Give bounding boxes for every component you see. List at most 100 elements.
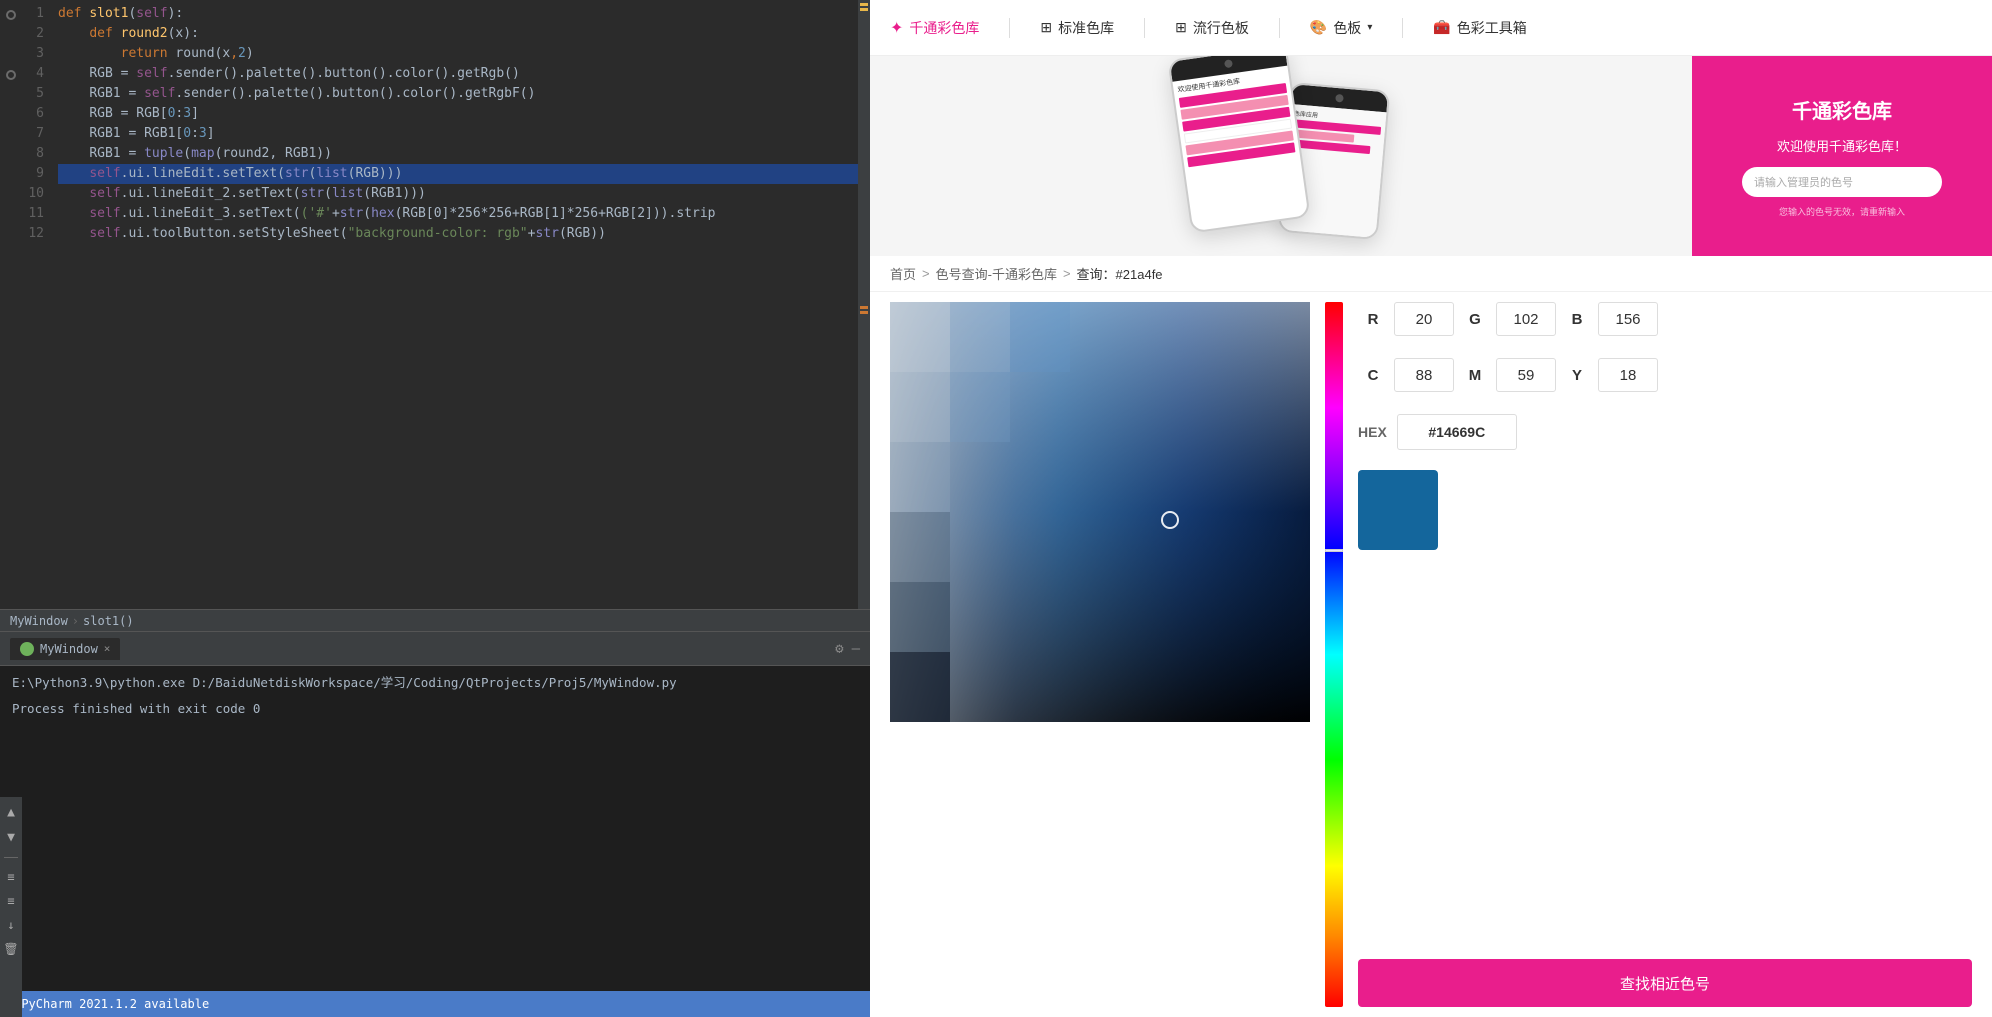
toolbox-icon: 🧰 bbox=[1433, 19, 1450, 36]
c-input[interactable] bbox=[1394, 358, 1454, 392]
popular-icon: ⊞ bbox=[1175, 19, 1187, 36]
breadcrumb-sep-2: > bbox=[1063, 266, 1071, 281]
banner-left: 欢迎使用千通彩色库 色库应用 bbox=[870, 56, 1692, 256]
bottom-left-sidebar: ▲ ▼ ≡ ≡ ↓ 🗑 bbox=[0, 797, 22, 1017]
banner-title: 千通彩色库 bbox=[1792, 95, 1892, 124]
code-line: def round2(x): bbox=[58, 24, 858, 44]
color-preview-swatch bbox=[1358, 470, 1438, 550]
nav-divider-4 bbox=[1402, 18, 1403, 38]
color-info-panel: R G B C M Y HEX bbox=[1358, 302, 1972, 1007]
list2-icon[interactable]: ≡ bbox=[7, 894, 14, 908]
palette-icon: 🎨 bbox=[1310, 19, 1327, 36]
breadcrumb-sep-1: > bbox=[922, 266, 930, 281]
banner-welcome: 欢迎使用千通彩色库！ bbox=[1777, 136, 1907, 155]
terminal-output: Process finished with exit code 0 bbox=[12, 700, 858, 718]
web-breadcrumb: 首页 > 色号查询-千通彩色库 > 查询：#21a4fe bbox=[870, 256, 1992, 292]
find-similar-label: 查找相近色号 bbox=[1620, 973, 1710, 994]
scrollbar-marker-3 bbox=[860, 306, 868, 309]
code-line: def slot1(self): bbox=[58, 4, 858, 24]
nav-item-tools[interactable]: 🧰 色彩工具箱 bbox=[1433, 18, 1526, 38]
scrollbar-marker-1 bbox=[860, 3, 868, 6]
nav-item-palette[interactable]: 🎨 色板 ▾ bbox=[1310, 18, 1372, 38]
breadcrumb-class: MyWindow bbox=[10, 614, 68, 628]
palette-dropdown-icon: ▾ bbox=[1367, 22, 1372, 33]
nav-item-standard[interactable]: ⊞ 标准色库 bbox=[1040, 18, 1114, 38]
list-icon[interactable]: ≡ bbox=[7, 870, 14, 884]
nav-divider-1 bbox=[1009, 18, 1010, 38]
terminal-close-button[interactable]: × bbox=[104, 642, 111, 655]
scrollbar-track[interactable] bbox=[858, 0, 870, 609]
ide-breadcrumb: MyWindow › slot1() bbox=[0, 609, 870, 631]
b-input[interactable] bbox=[1598, 302, 1658, 336]
web-panel: ✦ 千通彩色库 ⊞ 标准色库 ⊞ 流行色板 🎨 色板 ▾ 🧰 色彩工具箱 bbox=[870, 0, 1992, 1017]
code-line: RGB1 = RGB1[0:3] bbox=[58, 124, 858, 144]
arrow-up-icon[interactable]: ▲ bbox=[7, 805, 15, 820]
minimize-icon[interactable]: — bbox=[852, 641, 860, 657]
hex-row: HEX bbox=[1358, 414, 1972, 450]
hex-label: HEX bbox=[1358, 424, 1387, 440]
code-line: self.ui.toolButton.setStyleSheet("backgr… bbox=[58, 224, 858, 244]
arrow-down-icon[interactable]: ▼ bbox=[7, 830, 15, 845]
code-editor[interactable]: 1 2 3 4 5 6 7 8 9 10 11 12 def slot1(sel… bbox=[22, 0, 870, 609]
hue-indicator bbox=[1325, 549, 1343, 552]
gutter-marker bbox=[6, 10, 16, 20]
code-line: return round(x,2) bbox=[58, 44, 858, 64]
code-line: RGB1 = tuple(map(round2, RGB1)) bbox=[58, 144, 858, 164]
scrollbar-marker-4 bbox=[860, 311, 868, 314]
nav-item-popular[interactable]: ⊞ 流行色板 bbox=[1175, 18, 1249, 38]
banner-subtext: 您输入的色号无效，请重新输入 bbox=[1779, 205, 1905, 218]
banner-search-input[interactable]: 请输入管理员的色号 bbox=[1742, 167, 1942, 197]
terminal-tab-icon bbox=[20, 642, 34, 656]
divider bbox=[4, 857, 18, 858]
color-gradient-svg bbox=[890, 302, 1310, 722]
breadcrumb-home[interactable]: 首页 bbox=[890, 264, 916, 283]
find-similar-button[interactable]: 查找相近色号 bbox=[1358, 959, 1972, 1007]
notification-text: PyCharm 2021.1.2 available bbox=[21, 997, 209, 1011]
nav-label-standard: 标准色库 bbox=[1058, 18, 1114, 38]
settings-icon[interactable]: ⚙ bbox=[835, 641, 843, 657]
notification-bar: ℹ PyCharm 2021.1.2 available bbox=[0, 991, 870, 1017]
y-label: Y bbox=[1562, 367, 1592, 384]
terminal-actions: ⚙ — bbox=[835, 641, 860, 657]
gutter-marker bbox=[6, 70, 16, 80]
hue-color-strip[interactable] bbox=[1325, 302, 1343, 1007]
terminal-tab-name: MyWindow bbox=[40, 642, 98, 656]
download-icon[interactable]: ↓ bbox=[7, 918, 14, 932]
trash-icon[interactable]: 🗑 bbox=[3, 942, 18, 956]
qiantong-icon: ✦ bbox=[890, 18, 903, 38]
breadcrumb-arrow: › bbox=[72, 614, 79, 628]
nav-label-tools: 色彩工具箱 bbox=[1457, 18, 1527, 38]
m-label: M bbox=[1460, 367, 1490, 384]
nav-divider-2 bbox=[1144, 18, 1145, 38]
terminal-header: MyWindow × ⚙ — bbox=[0, 632, 870, 666]
code-line: RGB = RGB[0:3] bbox=[58, 104, 858, 124]
breadcrumb-section[interactable]: 色号查询-千通彩色库 bbox=[936, 264, 1057, 283]
ide-panel: 1 2 3 4 5 6 7 8 9 10 11 12 def slot1(sel… bbox=[0, 0, 870, 1017]
m-input[interactable] bbox=[1496, 358, 1556, 392]
b-label: B bbox=[1562, 311, 1592, 328]
scrollbar-marker-2 bbox=[860, 8, 868, 11]
code-content[interactable]: def slot1(self): def round2(x): return r… bbox=[50, 0, 858, 609]
code-line: RGB1 = self.sender().palette().button().… bbox=[58, 84, 858, 104]
hex-input[interactable] bbox=[1397, 414, 1517, 450]
breadcrumb-method: slot1() bbox=[83, 614, 134, 628]
color-picker-area: R G B C M Y HEX bbox=[870, 292, 1992, 1017]
g-label: G bbox=[1460, 311, 1490, 328]
code-line: self.ui.lineEdit_2.setText(str(list(RGB1… bbox=[58, 184, 858, 204]
terminal-panel: MyWindow × ⚙ — E:\Python3.9\python.exe D… bbox=[0, 631, 870, 991]
code-line: RGB = self.sender().palette().button().c… bbox=[58, 64, 858, 84]
code-line-highlighted: self.ui.lineEdit.setText(str(list(RGB))) bbox=[58, 164, 858, 184]
nav-item-qiantong[interactable]: ✦ 千通彩色库 bbox=[890, 18, 979, 38]
y-input[interactable] bbox=[1598, 358, 1658, 392]
terminal-tab[interactable]: MyWindow × bbox=[10, 638, 120, 660]
color-gradient-canvas[interactable] bbox=[890, 302, 1310, 722]
rgb-channels: R G B bbox=[1358, 302, 1972, 336]
r-input[interactable] bbox=[1394, 302, 1454, 336]
nav-label-popular: 流行色板 bbox=[1193, 18, 1249, 38]
terminal-command: E:\Python3.9\python.exe D:/BaiduNetdiskW… bbox=[12, 674, 858, 692]
phone-mockup-1: 欢迎使用千通彩色库 bbox=[1167, 56, 1310, 233]
g-input[interactable] bbox=[1496, 302, 1556, 336]
terminal-body: E:\Python3.9\python.exe D:/BaiduNetdiskW… bbox=[0, 666, 870, 991]
nav-label-palette: 色板 bbox=[1333, 18, 1361, 38]
r-label: R bbox=[1358, 311, 1388, 328]
